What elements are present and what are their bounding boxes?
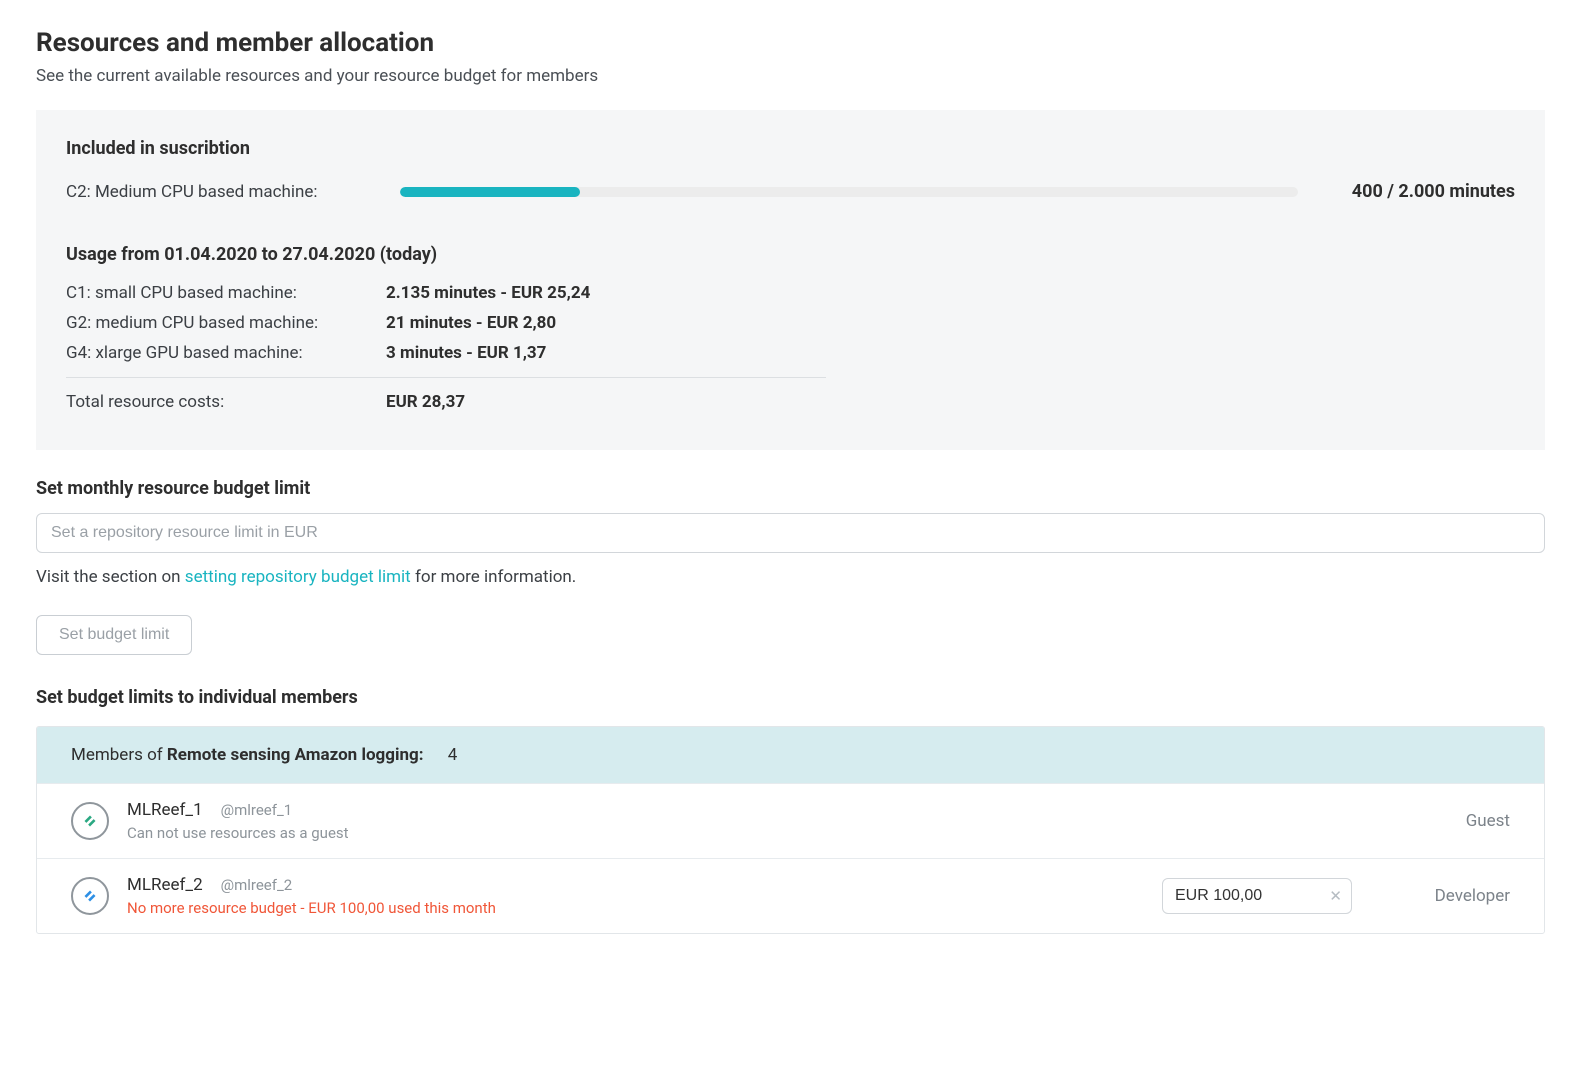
members-header: Members of Remote sensing Amazon logging… — [37, 727, 1544, 783]
usage-row-label: G4: xlarge GPU based machine: — [66, 343, 386, 363]
usage-progress-bar — [400, 187, 1298, 197]
members-header-prefix: Members of — [71, 745, 167, 765]
member-note: No more resource budget - EUR 100,00 use… — [127, 899, 1144, 917]
page-subtitle: See the current available resources and … — [36, 66, 1545, 86]
usage-row: G2: medium CPU based machine:21 minutes … — [66, 313, 1515, 333]
member-main: MLReef_2 @mlreef_2 No more resource budget… — [127, 875, 1144, 917]
included-machine-value: 400 / 2.000 minutes — [1352, 181, 1515, 202]
included-machine-row: C2: Medium CPU based machine: 400 / 2.00… — [66, 181, 1515, 202]
usage-divider — [66, 377, 826, 378]
member-main: MLReef_1 @mlreef_1 Can not use resources a… — [127, 800, 1352, 842]
repo-budget-input[interactable] — [36, 513, 1545, 553]
budget-helper-text: Visit the section on setting repository … — [36, 567, 1545, 587]
member-budget-input-wrap: ✕ — [1162, 878, 1352, 914]
page-title: Resources and member allocation — [36, 28, 1545, 58]
member-role: Developer — [1400, 886, 1510, 906]
usage-row-label: C1: small CPU based machine: — [66, 283, 386, 303]
member-handle: @mlreef_1 — [221, 801, 293, 819]
member-row: MLReef_1 @mlreef_1 Can not use resources a… — [37, 783, 1544, 858]
member-note: Can not use resources as a guest — [127, 824, 1352, 842]
usage-row-value: 3 minutes - EUR 1,37 — [386, 343, 546, 363]
member-row: MLReef_2 @mlreef_2 No more resource budget… — [37, 858, 1544, 933]
avatar — [71, 802, 109, 840]
usage-row-label: G2: medium CPU based machine: — [66, 313, 386, 333]
usage-row-value: 2.135 minutes - EUR 25,24 — [386, 283, 590, 303]
member-budget-input[interactable] — [1162, 878, 1352, 914]
usage-progress-fill — [400, 187, 580, 197]
mlreef-logo-icon — [79, 810, 101, 832]
usage-row: C1: small CPU based machine:2.135 minute… — [66, 283, 1515, 303]
member-name: MLReef_1 — [127, 800, 203, 820]
budget-helper-prefix: Visit the section on — [36, 567, 185, 587]
members-header-project: Remote sensing Amazon logging: — [167, 745, 424, 765]
budget-helper-link[interactable]: setting repository budget limit — [185, 567, 411, 587]
member-name: MLReef_2 — [127, 875, 203, 895]
member-role: Guest — [1400, 811, 1510, 831]
usage-total-row: Total resource costs: EUR 28,37 — [66, 392, 1515, 412]
avatar — [71, 877, 109, 915]
subscription-heading: Included in suscribtion — [66, 138, 1515, 159]
usage-period-heading: Usage from 01.04.2020 to 27.04.2020 (tod… — [66, 244, 1515, 265]
budget-heading: Set monthly resource budget limit — [36, 478, 1545, 499]
budget-helper-suffix: for more information. — [411, 567, 577, 587]
subscription-usage-panel: Included in suscribtion C2: Medium CPU b… — [36, 110, 1545, 450]
members-count: 4 — [448, 745, 458, 765]
set-budget-button[interactable]: Set budget limit — [36, 615, 192, 655]
included-machine-label: C2: Medium CPU based machine: — [66, 182, 376, 202]
usage-total-label: Total resource costs: — [66, 392, 386, 412]
member-handle: @mlreef_2 — [221, 876, 293, 894]
clear-icon[interactable]: ✕ — [1329, 887, 1342, 905]
usage-total-value: EUR 28,37 — [386, 392, 465, 412]
mlreef-logo-icon — [79, 885, 101, 907]
usage-row-value: 21 minutes - EUR 2,80 — [386, 313, 556, 333]
members-container: Members of Remote sensing Amazon logging… — [36, 726, 1545, 934]
usage-row: G4: xlarge GPU based machine:3 minutes -… — [66, 343, 1515, 363]
members-heading: Set budget limits to individual members — [36, 687, 1545, 708]
